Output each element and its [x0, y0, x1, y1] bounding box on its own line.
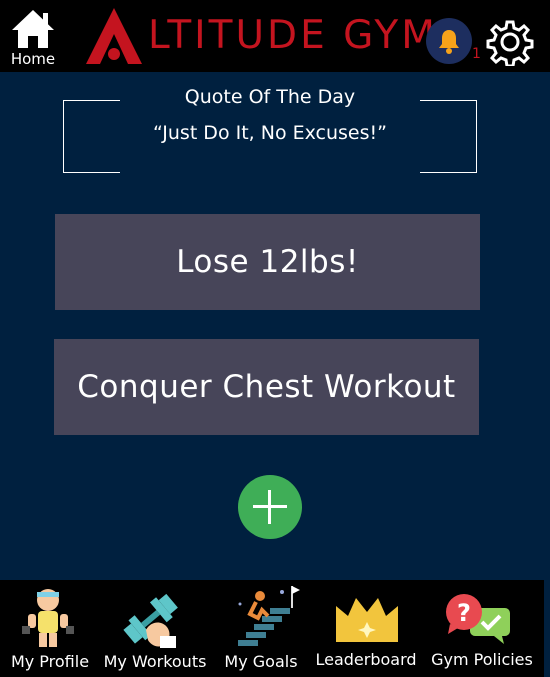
notification-count: 1: [472, 46, 481, 62]
bottom-nav: My Profile My Workouts My Goals Leaderbo…: [0, 580, 544, 677]
nav-edge: [544, 580, 550, 677]
goal-card[interactable]: Lose 12lbs!: [55, 214, 480, 310]
nav-label: My Profile: [10, 652, 90, 671]
nav-item-my-profile[interactable]: My Profile: [0, 580, 100, 677]
bell-icon: [439, 30, 459, 54]
quote-title: Quote Of The Day: [184, 86, 356, 108]
policies-icon: ?: [446, 594, 510, 644]
brand-title: LTITUDE GYM: [148, 13, 438, 58]
nav-label: My Workouts: [103, 652, 207, 671]
nav-label: Leaderboard: [315, 650, 417, 669]
gear-icon[interactable]: [486, 18, 534, 66]
nav-item-my-workouts[interactable]: My Workouts: [100, 580, 210, 677]
nav-label: Gym Policies: [431, 650, 533, 669]
nav-item-gym-policies[interactable]: ? Gym Policies: [420, 580, 544, 677]
quote-of-the-day: Quote Of The Day “Just Do It, No Excuses…: [63, 86, 477, 173]
goals-icon: [238, 586, 300, 646]
quote-text: “Just Do It, No Excuses!”: [153, 122, 387, 144]
notifications-button[interactable]: [426, 18, 472, 64]
dumbbell-icon: [123, 593, 178, 648]
svg-text:?: ?: [457, 599, 471, 627]
add-goal-button[interactable]: [238, 475, 302, 539]
crown-icon: [336, 598, 398, 642]
nav-item-leaderboard[interactable]: Leaderboard: [312, 580, 420, 677]
home-button[interactable]: Home: [6, 6, 60, 68]
home-icon: [12, 10, 54, 48]
goal-card[interactable]: Conquer Chest Workout: [54, 339, 479, 435]
home-label: Home: [10, 50, 56, 68]
top-bar: Home LTITUDE GYM 1: [0, 0, 550, 72]
nav-item-my-goals[interactable]: My Goals: [210, 580, 312, 677]
profile-icon: [22, 589, 74, 647]
brand-a-icon: [86, 8, 142, 64]
nav-label: My Goals: [224, 652, 298, 671]
